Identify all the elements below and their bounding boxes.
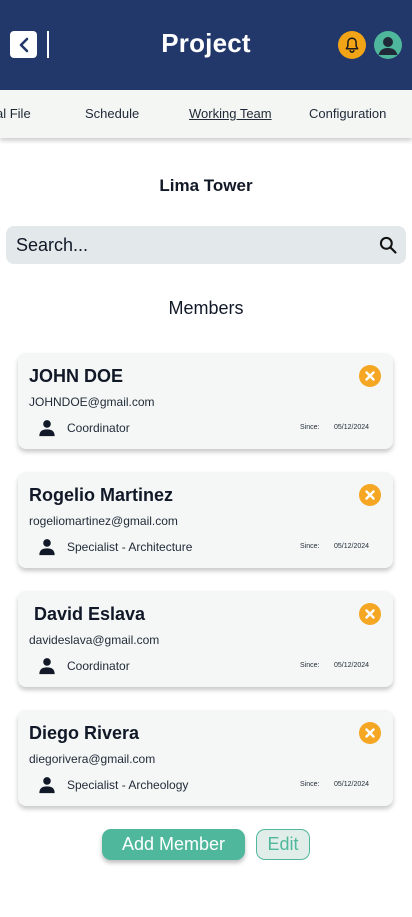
member-role: Coordinator bbox=[67, 421, 130, 435]
member-card[interactable]: JOHN DOE JOHNDOE@gmail.com Coordinator S… bbox=[18, 353, 393, 449]
remove-member-button[interactable] bbox=[359, 603, 381, 625]
member-email: diegorivera@gmail.com bbox=[29, 752, 156, 766]
person-icon bbox=[39, 539, 55, 556]
since-label: Since: bbox=[300, 424, 320, 431]
since-label: Since: bbox=[300, 543, 320, 550]
add-member-button[interactable]: Add Member bbox=[102, 829, 245, 860]
since-label: Since: bbox=[300, 662, 320, 669]
member-name: JOHN DOE bbox=[29, 366, 124, 386]
tab-configuration[interactable]: Configuration bbox=[309, 106, 386, 121]
since-label: Since: bbox=[300, 781, 320, 788]
member-card[interactable]: David Eslava davideslava@gmail.com Coord… bbox=[18, 591, 393, 687]
tab-schedule[interactable]: Schedule bbox=[85, 106, 139, 121]
bell-icon bbox=[345, 37, 359, 53]
person-icon bbox=[39, 777, 55, 794]
project-tabs: al File Schedule Working Team Configurat… bbox=[0, 90, 412, 138]
since-date: 05/12/2024 bbox=[334, 543, 370, 550]
since-date: 05/12/2024 bbox=[334, 424, 370, 431]
members-heading: Members bbox=[168, 298, 244, 318]
project-name: Lima Tower bbox=[159, 176, 253, 195]
tab-working-team[interactable]: Working Team bbox=[189, 106, 272, 121]
member-email: davideslava@gmail.com bbox=[29, 633, 160, 647]
member-email: rogeliomartinez@gmail.com bbox=[29, 514, 178, 528]
member-role: Coordinator bbox=[67, 659, 130, 673]
person-icon bbox=[39, 420, 55, 437]
member-name: David Eslava bbox=[29, 604, 146, 624]
close-icon bbox=[365, 609, 375, 619]
search-input[interactable] bbox=[16, 226, 366, 264]
edit-button[interactable]: Edit bbox=[256, 829, 310, 860]
close-icon bbox=[365, 490, 375, 500]
app-root: Project al File Schedule Working Team Co… bbox=[0, 0, 412, 917]
app-header: Project bbox=[0, 0, 412, 90]
member-role: Specialist - Archeology bbox=[67, 778, 189, 792]
close-icon bbox=[365, 371, 375, 381]
search-bar bbox=[6, 226, 406, 264]
user-avatar-button[interactable] bbox=[374, 31, 402, 59]
notifications-button[interactable] bbox=[338, 31, 366, 59]
close-icon bbox=[365, 728, 375, 738]
member-card[interactable]: Diego Rivera diegorivera@gmail.com Speci… bbox=[18, 710, 393, 806]
person-icon bbox=[39, 658, 55, 675]
member-name: Rogelio Martinez bbox=[29, 485, 174, 505]
remove-member-button[interactable] bbox=[359, 484, 381, 506]
user-avatar-icon bbox=[378, 37, 398, 55]
member-role: Specialist - Architecture bbox=[67, 540, 193, 554]
search-icon[interactable] bbox=[378, 235, 398, 255]
since-date: 05/12/2024 bbox=[334, 662, 370, 669]
member-card[interactable]: Rogelio Martinez rogeliomartinez@gmail.c… bbox=[18, 472, 393, 568]
tab-general-file[interactable]: al File bbox=[0, 106, 31, 121]
member-email: JOHNDOE@gmail.com bbox=[29, 395, 155, 409]
remove-member-button[interactable] bbox=[359, 365, 381, 387]
remove-member-button[interactable] bbox=[359, 722, 381, 744]
since-date: 05/12/2024 bbox=[334, 781, 370, 788]
member-name: Diego Rivera bbox=[29, 723, 140, 743]
